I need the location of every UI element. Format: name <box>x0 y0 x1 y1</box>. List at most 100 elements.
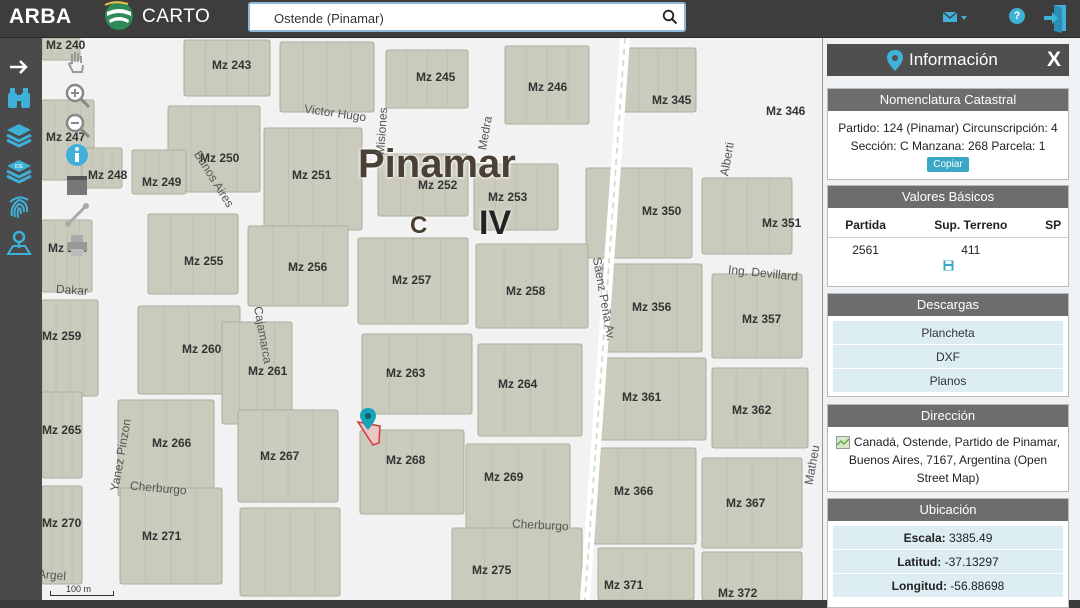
zoom-out-icon[interactable] <box>62 110 92 140</box>
block-label: Mz 259 <box>42 329 82 343</box>
mail-menu-button[interactable] <box>942 9 972 27</box>
fingerprint-icon[interactable] <box>4 192 34 222</box>
logout-button[interactable] <box>1042 3 1070 33</box>
binoculars-icon[interactable] <box>4 84 34 114</box>
arrow-right-icon[interactable] <box>4 52 34 82</box>
longitud-label: Longitud: <box>891 579 947 593</box>
block-label: Mz 264 <box>498 377 538 391</box>
ubicacion-section: Ubicación Escala: 3385.49 Latitud: -37.1… <box>827 498 1069 608</box>
direccion-body: Canadá, Ostende, Partido de Pinamar, Bue… <box>828 427 1068 487</box>
direccion-title: Dirección <box>828 405 1068 427</box>
escala-label: Escala: <box>903 531 946 545</box>
block-label: Mz 271 <box>142 529 182 543</box>
valores-section: Valores Básicos Partida Sup. Terreno SP … <box>827 185 1069 287</box>
ubicacion-longitud: Longitud: -56.88698 <box>833 574 1063 598</box>
ubicacion-title: Ubicación <box>828 499 1068 521</box>
ubicacion-escala: Escala: 3385.49 <box>833 526 1063 550</box>
block-label: Mz 263 <box>386 366 426 380</box>
block-label: Mz 371 <box>604 578 644 592</box>
block-label: Mz 261 <box>248 364 288 378</box>
download-planos[interactable]: Planos <box>833 369 1063 393</box>
measure-icon[interactable] <box>62 200 92 230</box>
block-label: Mz 252 <box>418 178 458 192</box>
download-dxf[interactable]: DXF <box>833 345 1063 369</box>
block-label: Mz 275 <box>472 563 512 577</box>
block-label: Mz 361 <box>622 390 662 404</box>
block-label: Mz 351 <box>762 216 802 230</box>
street-label: Dakar <box>55 281 89 299</box>
block-label: Mz 362 <box>732 403 772 417</box>
direccion-section: Dirección Canadá, Ostende, Partido de Pi… <box>827 404 1069 492</box>
location-marker-icon[interactable] <box>360 408 376 432</box>
search-input[interactable] <box>274 8 654 28</box>
block-label: Mz 251 <box>292 168 332 182</box>
col-partida: Partida <box>828 214 904 238</box>
block-label: Mz 253 <box>488 190 528 204</box>
panel-header: Información X <box>827 44 1069 76</box>
col-sp: SP <box>1038 214 1068 238</box>
cell-partida: 2561 <box>852 243 879 257</box>
block-label: Mz 266 <box>152 436 192 450</box>
block-label: Mz 255 <box>184 254 224 268</box>
latitud-label: Latitud: <box>897 555 942 569</box>
map-canvas[interactable] <box>42 38 822 600</box>
map-section-label: C <box>410 212 428 239</box>
valores-table: Partida Sup. Terreno SP 2561 411 <box>828 214 1068 259</box>
zoom-in-icon[interactable] <box>62 80 92 110</box>
block-label: Mz 257 <box>392 273 432 287</box>
map-pin-icon <box>887 50 903 71</box>
map-view[interactable]: Pinamar C IV Mz 240 Mz 243 Mz 245 Mz 246 Mz … <box>42 38 822 600</box>
info-icon[interactable] <box>62 140 92 170</box>
block-label: Mz 350 <box>642 204 682 218</box>
block-label: Mz 243 <box>212 58 252 72</box>
arba-logo: ARBA <box>9 5 72 28</box>
block-label: Mz 345 <box>652 93 692 107</box>
block-label: Mz 260 <box>182 342 222 356</box>
block-label: Mz 248 <box>88 168 128 182</box>
col-sup-terreno: Sup. Terreno <box>903 214 1039 238</box>
caret-down-icon <box>961 16 967 20</box>
block-label: Mz 372 <box>718 586 758 600</box>
block-label: Mz 270 <box>42 516 82 530</box>
search-box[interactable] <box>248 2 686 32</box>
top-bar: ARBA CARTO ? <box>0 0 1080 38</box>
layers-icon[interactable] <box>4 120 34 150</box>
panel-title: Información <box>909 50 998 69</box>
block-label: Mz 267 <box>260 449 300 463</box>
descargas-section: Descargas Plancheta DXF Planos <box>827 293 1069 397</box>
longitud-value: -56.88698 <box>950 579 1005 593</box>
nomenclatura-section: Nomenclatura Catastral Partido: 124 (Pin… <box>827 88 1069 180</box>
street-label: Cherburgo <box>511 516 570 534</box>
search-icon[interactable] <box>662 9 678 25</box>
block-label: Mz 258 <box>506 284 546 298</box>
envelope-icon <box>942 11 958 22</box>
block-label: Mz 357 <box>742 312 782 326</box>
block-label: Mz 265 <box>42 423 82 437</box>
block-label: Mz 245 <box>416 70 456 84</box>
ide-layers-icon[interactable]: IDE <box>4 156 34 186</box>
latitud-value: -37.13297 <box>944 555 999 569</box>
block-label: Mz 346 <box>766 104 806 118</box>
block-label: Mz 269 <box>484 470 524 484</box>
scale-bar: 100 m <box>50 584 120 598</box>
block-label: Mz 268 <box>386 453 426 467</box>
descargas-title: Descargas <box>828 294 1068 316</box>
cell-sp <box>1038 238 1068 260</box>
calendar-icon[interactable] <box>62 170 92 200</box>
hand-icon[interactable] <box>62 48 92 78</box>
save-icon[interactable] <box>943 260 954 271</box>
street-label: Argel <box>42 566 67 584</box>
location-user-icon[interactable] <box>4 228 34 258</box>
print-icon[interactable] <box>62 230 92 260</box>
help-button[interactable]: ? <box>1009 8 1025 24</box>
valores-title: Valores Básicos <box>828 186 1068 208</box>
copy-button[interactable]: Copiar <box>927 157 969 172</box>
cell-sup-terreno: 411 <box>961 243 981 257</box>
nomenclatura-text: Partido: 124 (Pinamar) Circunscripción: … <box>838 121 1058 153</box>
download-plancheta[interactable]: Plancheta <box>833 321 1063 345</box>
svg-text:IDE: IDE <box>15 164 24 170</box>
block-label: Mz 356 <box>632 300 672 314</box>
block-label: Mz 367 <box>726 496 766 510</box>
close-panel-button[interactable]: X <box>1047 48 1061 72</box>
logout-icon <box>1044 5 1066 33</box>
